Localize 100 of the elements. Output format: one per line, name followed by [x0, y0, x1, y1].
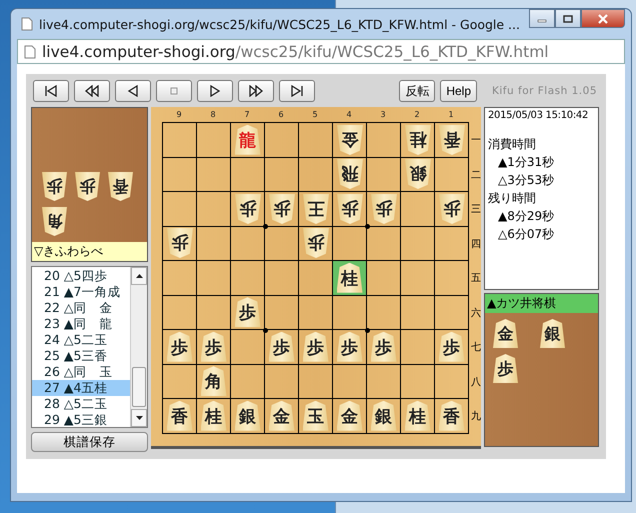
column-label: 8 [209, 110, 217, 119]
scrollbar-thumb[interactable] [132, 367, 146, 407]
navigation-button[interactable] [74, 80, 110, 102]
shogi-piece[interactable]: 歩 [200, 332, 226, 362]
close-button[interactable] [581, 9, 625, 28]
shogi-piece[interactable]: 歩 [166, 332, 192, 362]
shogi-piece[interactable]: 歩 [268, 332, 294, 362]
shogi-piece[interactable]: 歩 [268, 194, 294, 224]
move-item[interactable]: 20 △5四歩 [32, 268, 130, 284]
time-value: ▲8分29秒 [497, 208, 556, 225]
shogi-piece[interactable]: 歩 [336, 194, 362, 224]
section-heading: 消費時間 [488, 136, 537, 153]
star-point [364, 224, 370, 230]
shogi-piece[interactable]: 歩 [336, 332, 362, 362]
shogi-piece[interactable]: 歩 [302, 228, 328, 258]
navigation-button[interactable] [197, 80, 233, 102]
shogi-piece[interactable]: 銀 [404, 159, 430, 190]
shogi-piece[interactable]: 歩 [438, 194, 464, 224]
star-point [364, 328, 370, 333]
time-value: ▲1分31秒 [497, 154, 556, 171]
player-name: ▲カツ井将棋 [485, 294, 598, 313]
toolbar-button[interactable]: 反転 [399, 80, 436, 102]
navigation-button[interactable] [279, 80, 315, 102]
shogi-piece[interactable]: 桂 [404, 124, 430, 155]
triangle-icon [84, 85, 100, 97]
row-label: 二 [470, 168, 481, 183]
shogi-piece[interactable]: 玉 [302, 400, 328, 431]
move-item[interactable]: 24 △5二玉 [32, 332, 130, 348]
shogi-piece[interactable]: 歩 [234, 194, 260, 224]
shogi-piece[interactable]: 歩 [234, 297, 260, 328]
move-item[interactable]: 25 ▲5三香 [32, 348, 130, 364]
move-item[interactable]: 23 ▲同 龍 [32, 316, 130, 332]
shogi-piece[interactable]: 歩 [302, 332, 328, 362]
move-item[interactable]: 27 ▲4五桂 [32, 380, 130, 396]
shogi-piece[interactable]: 龍 [234, 124, 260, 155]
move-item[interactable]: 29 ▲5三銀 [32, 412, 130, 428]
shogi-piece[interactable]: 歩 [438, 332, 464, 362]
shogi-piece[interactable]: 歩 [370, 332, 396, 362]
row-label: 六 [470, 306, 481, 321]
star-point [262, 328, 268, 333]
navigation-button[interactable] [238, 80, 274, 102]
move-item[interactable]: 21 ▲7一角成 [32, 284, 130, 300]
row-label: 四 [470, 238, 481, 252]
shogi-piece[interactable]: 香 [438, 400, 464, 431]
page-icon [21, 17, 33, 31]
column-label: 5 [311, 110, 319, 119]
shogi-piece[interactable]: 歩 [370, 194, 396, 224]
maximize-button[interactable] [555, 9, 581, 28]
shogi-piece[interactable]: 歩 [42, 172, 67, 201]
version-label: Kifu for Flash 1.05 [492, 85, 597, 97]
triangle-icon [43, 85, 59, 97]
move-item[interactable]: 26 △同 玉 [32, 364, 130, 380]
shogi-piece[interactable]: 銀 [540, 319, 565, 348]
column-label: 7 [243, 110, 251, 119]
shogi-piece[interactable]: 歩 [75, 172, 100, 201]
url-text: live4.computer-shogi.org/wcsc25/kifu/WCSC25_L6_KTD_KFW.html [42, 42, 549, 60]
shogi-piece[interactable]: 桂 [404, 400, 430, 431]
shogi-piece[interactable]: 桂 [336, 262, 362, 293]
shogi-piece[interactable]: 銀 [370, 400, 396, 431]
window-title: live4.computer-shogi.org/wcsc25/kifu/WCSC25_L6_KTD_KFW.html - Google ... [39, 16, 521, 32]
date-time: 2015/05/03 15:10:42 [488, 110, 590, 121]
row-label: 七 [470, 340, 481, 356]
shogi-piece[interactable]: 香 [166, 400, 192, 431]
triangle-icon [248, 85, 264, 97]
column-label: 6 [277, 110, 285, 119]
shogi-piece[interactable]: 金 [336, 400, 362, 431]
toolbar-button[interactable]: Help [440, 80, 477, 102]
close-icon [597, 14, 609, 24]
shogi-piece[interactable]: 金 [493, 319, 518, 348]
move-item[interactable]: 22 △同 金 [32, 300, 130, 316]
shogi-piece[interactable]: 金 [336, 124, 362, 155]
shogi-piece[interactable]: 角 [200, 366, 226, 396]
time-value: △3分53秒 [497, 172, 556, 189]
save-button[interactable]: 棋譜保存 [31, 432, 148, 452]
minimize-button[interactable] [529, 9, 555, 28]
shogi-piece[interactable]: 角 [42, 207, 67, 236]
address-bar[interactable]: live4.computer-shogi.org/wcsc25/kifu/WCSC25_L6_KTD_KFW.html [17, 39, 625, 64]
highlighted-square[interactable]: 桂 [333, 261, 367, 296]
navigation-button[interactable] [33, 80, 69, 102]
shogi-piece[interactable]: 王 [302, 194, 328, 224]
time-value: △6分07秒 [497, 226, 556, 243]
scrollbar[interactable] [130, 267, 147, 427]
up-arrow-icon [136, 274, 142, 278]
section-heading: 残り時間 [488, 190, 537, 207]
shogi-piece[interactable]: 香 [108, 172, 133, 201]
row-label: 九 [470, 410, 481, 424]
shogi-piece[interactable]: 銀 [234, 400, 260, 431]
move-item[interactable]: 28 △5二玉 [32, 396, 130, 412]
shogi-piece[interactable]: 桂 [200, 400, 226, 431]
shogi-piece[interactable]: 飛 [336, 159, 362, 190]
navigation-button[interactable] [115, 80, 151, 102]
shogi-piece[interactable]: 香 [438, 124, 464, 155]
row-label: 一 [470, 134, 481, 148]
down-arrow-icon [136, 416, 142, 420]
maximize-icon [563, 14, 573, 22]
row-label: 五 [470, 272, 481, 286]
shogi-piece[interactable]: 歩 [493, 354, 518, 383]
shogi-piece[interactable]: 金 [268, 400, 294, 431]
page-icon [24, 44, 36, 58]
shogi-piece[interactable]: 歩 [166, 228, 192, 258]
